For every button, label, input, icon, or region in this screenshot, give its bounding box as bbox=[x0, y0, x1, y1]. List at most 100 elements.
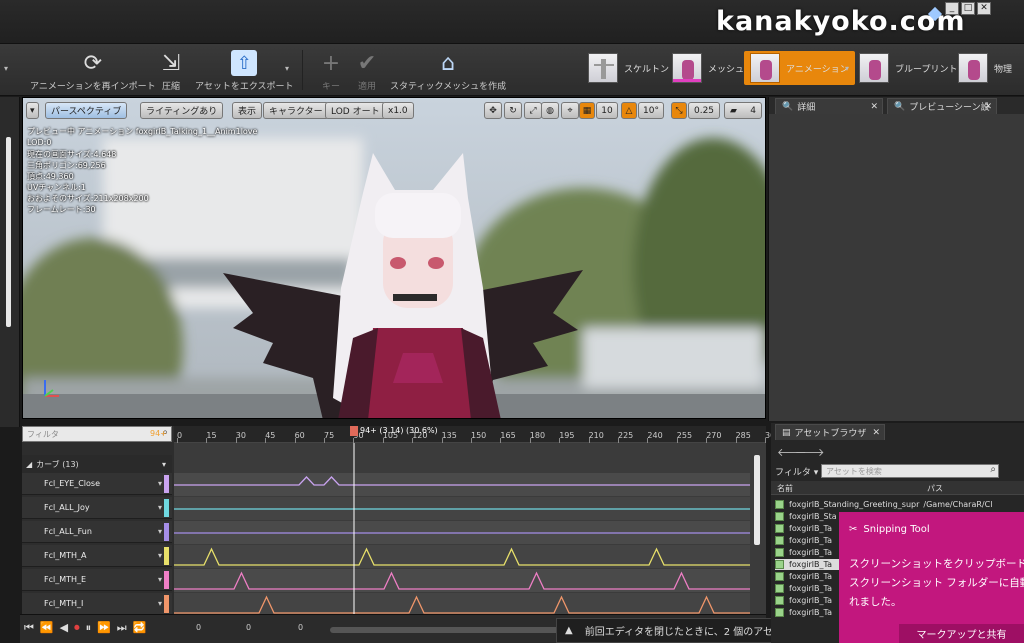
curves-header[interactable]: ◢ カーブ (13) ▾ bbox=[22, 455, 172, 473]
key-button[interactable]: + キー bbox=[318, 46, 344, 93]
lighting-button[interactable]: ライティングあり bbox=[140, 102, 224, 119]
filter-button[interactable]: フィルタ ▾ bbox=[775, 465, 818, 478]
asset-row[interactable]: foxgirlB_Ta bbox=[775, 595, 836, 606]
tab-preview-settings[interactable]: 🔍 プレビューシーン設 ✕ bbox=[887, 98, 997, 114]
rotate-icon[interactable]: ↻ bbox=[504, 102, 522, 119]
timeline-tick-label: 240 bbox=[647, 431, 663, 440]
close-icon[interactable]: ✕ bbox=[872, 428, 880, 438]
asset-row[interactable]: foxgirlB_Ta bbox=[775, 571, 836, 582]
tab-details[interactable]: 🔍 詳細 ✕ bbox=[775, 98, 883, 114]
snipping-tool-toast[interactable]: ✂ Snipping Tool スクリーンショットをクリップボードに スクリーン… bbox=[839, 512, 1024, 643]
viewport-stat: LOD:0 bbox=[27, 138, 52, 147]
scale-icon[interactable]: ⤢ bbox=[524, 102, 542, 119]
chevron-down-icon[interactable]: ▾ bbox=[158, 575, 162, 584]
preview-viewport[interactable]: ▾ パースペクティブ ライティングあり 表示 キャラクター LOD オート x1… bbox=[22, 97, 766, 419]
folder-icon: ▤ bbox=[782, 427, 791, 438]
chevron-down-icon[interactable]: ▾ bbox=[158, 503, 162, 512]
close-icon[interactable]: ✕ bbox=[977, 2, 991, 15]
rotation-snap-icon[interactable]: △ bbox=[621, 102, 637, 119]
surface-snap-icon[interactable]: ⌖ bbox=[561, 102, 579, 119]
curve-row[interactable]: Fcl_MTH_I ▾ bbox=[22, 593, 172, 615]
forward-icon[interactable]: 🡒 bbox=[795, 445, 825, 459]
curve-row[interactable]: Fcl_ALL_Joy ▾ bbox=[22, 497, 172, 519]
play-reverse-icon[interactable]: ◀ bbox=[60, 621, 68, 635]
camera-icon: ▰ bbox=[730, 105, 737, 116]
asset-search-input[interactable]: アセットを検索 ⌕ bbox=[821, 464, 999, 478]
mesh-thumbnail bbox=[672, 53, 702, 83]
scale-snap-value[interactable]: 0.25 bbox=[688, 102, 720, 119]
mode-blueprint-button[interactable]: ブループリント bbox=[859, 51, 957, 85]
mode-skeleton-button[interactable]: スケルトン bbox=[588, 51, 669, 85]
apply-button[interactable]: ✔ 適用 bbox=[354, 46, 380, 93]
timeline-ruler[interactable]: 0 15 30 45 60 75 90 105 120 135 150 165 180 195 210 225… bbox=[174, 426, 775, 443]
chevron-down-icon[interactable]: ▾ bbox=[158, 551, 162, 560]
animation-dropdown-icon[interactable]: ▾ bbox=[845, 64, 849, 73]
markup-share-button[interactable]: マークアップと共有 bbox=[899, 624, 1024, 643]
grid-snap-value[interactable]: 10 bbox=[596, 102, 618, 119]
chevron-down-icon[interactable]: ▾ bbox=[158, 599, 162, 608]
mode-animation-button[interactable]: アニメーション bbox=[744, 51, 855, 85]
perspective-button[interactable]: パースペクティブ bbox=[45, 102, 128, 119]
close-icon[interactable]: ✕ bbox=[870, 102, 878, 112]
lod-button[interactable]: LOD オート bbox=[325, 102, 386, 119]
translate-icon[interactable]: ✥ bbox=[484, 102, 502, 119]
playhead-handle[interactable] bbox=[350, 426, 358, 436]
tab-asset-browser[interactable]: ▤ アセットブラウザ ✕ bbox=[775, 424, 885, 440]
asset-row[interactable]: foxgirlB_Ta bbox=[775, 523, 836, 534]
show-button[interactable]: 表示 bbox=[232, 102, 263, 119]
curve-row[interactable]: Fcl_MTH_E ▾ bbox=[22, 569, 172, 591]
curve-row[interactable]: Fcl_MTH_A ▾ bbox=[22, 545, 172, 567]
skip-to-start-icon[interactable]: ⏮ bbox=[24, 621, 34, 635]
rotation-snap-value[interactable]: 10° bbox=[638, 102, 664, 119]
record-icon[interactable]: ⏺ bbox=[74, 621, 80, 635]
curve-row[interactable]: Fcl_ALL_Fun ▾ bbox=[22, 521, 172, 543]
asset-row[interactable]: foxgirlB_Ta bbox=[775, 535, 836, 546]
asset-name: foxgirlB_Ta bbox=[789, 596, 832, 605]
chevron-down-icon[interactable]: ▾ bbox=[4, 64, 8, 73]
loop-icon[interactable]: 🔁 bbox=[133, 621, 147, 635]
chevron-down-icon[interactable]: ▾ bbox=[162, 460, 166, 469]
curve-row[interactable]: Fcl_EYE_Close ▾ bbox=[22, 473, 172, 495]
animation-asset-icon bbox=[775, 608, 784, 617]
maximize-icon[interactable]: □ bbox=[961, 2, 975, 15]
world-local-icon[interactable]: ◍ bbox=[541, 102, 559, 119]
asset-row[interactable]: foxgirlB_Ta bbox=[775, 583, 836, 594]
left-scrollbar[interactable] bbox=[6, 137, 11, 327]
mode-physics-button[interactable]: 物理 bbox=[958, 51, 1012, 85]
asset-row[interactable]: foxgirlB_Ta bbox=[775, 607, 836, 618]
mode-mesh-button[interactable]: メッシュ bbox=[672, 51, 744, 85]
export-button[interactable]: ⇧ アセットをエクスポート bbox=[195, 46, 294, 92]
chevron-down-icon[interactable]: ▾ bbox=[158, 527, 162, 536]
skeleton-thumbnail bbox=[588, 53, 618, 83]
grid-snap-icon[interactable]: ▦ bbox=[579, 102, 595, 119]
character-button[interactable]: キャラクター bbox=[263, 102, 329, 119]
camera-speed-button[interactable]: ▰ 4 bbox=[724, 102, 762, 119]
compress-button[interactable]: ⇲ 圧縮 bbox=[158, 46, 184, 93]
asset-row[interactable]: foxgirlB_Standing_Greeting_supr/Game/Cha… bbox=[775, 499, 992, 510]
left-side-panel bbox=[0, 97, 20, 427]
minimize-icon[interactable]: _ bbox=[945, 2, 959, 15]
main-toolbar: ▾ ⟳ アニメーションを再インポート ⇲ 圧縮 ⇧ アセットをエクスポート ▾ … bbox=[0, 44, 1024, 96]
close-icon[interactable]: ✕ bbox=[984, 102, 992, 112]
animation-asset-icon bbox=[775, 584, 784, 593]
curve-tracks[interactable] bbox=[174, 443, 766, 614]
make-static-mesh-button[interactable]: ⌂ スタティックメッシュを作成 bbox=[390, 46, 506, 93]
viewport-options-button[interactable]: ▾ bbox=[26, 102, 39, 119]
scale-snap-icon[interactable]: ⤡ bbox=[671, 102, 687, 119]
reimport-button[interactable]: ⟳ アニメーションを再インポート bbox=[30, 46, 156, 93]
snipping-message-line: スクリーンショットをクリップボードに bbox=[849, 558, 1024, 570]
asset-row[interactable]: foxgirlB_Ta bbox=[775, 547, 836, 558]
timeline-tick-label: 60 bbox=[294, 431, 305, 440]
playback-speed-button[interactable]: x1.0 bbox=[382, 102, 414, 119]
asset-path: /Game/CharaR/Cl bbox=[923, 500, 993, 509]
chevron-down-icon[interactable]: ▾ bbox=[158, 479, 162, 488]
step-forward-icon[interactable]: ⏩ bbox=[97, 621, 111, 635]
pause-icon[interactable]: ⏸ bbox=[86, 621, 92, 635]
export-dropdown-icon[interactable]: ▾ bbox=[285, 64, 289, 73]
step-back-icon[interactable]: ⏪ bbox=[40, 621, 54, 635]
timeline-tick-label: 15 bbox=[206, 431, 217, 440]
timeline-tick-label: 30 bbox=[235, 431, 246, 440]
asset-table-header: 名前 パス bbox=[771, 481, 1024, 495]
skip-to-end-icon[interactable]: ⏭ bbox=[117, 621, 127, 635]
asset-row[interactable]: foxgirlB_Sta bbox=[775, 511, 841, 522]
